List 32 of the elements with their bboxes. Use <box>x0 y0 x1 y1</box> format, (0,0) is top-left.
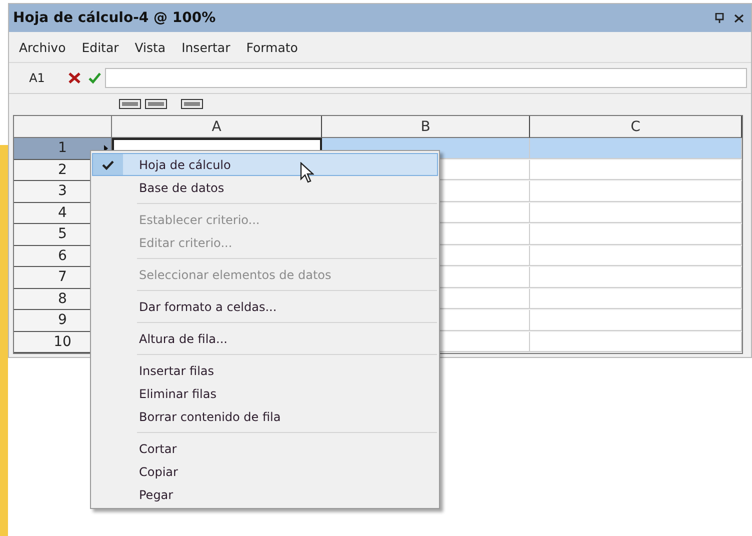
context-menu-item[interactable]: Insertar filas <box>92 359 438 382</box>
context-menu-item[interactable]: Borrar contenido de fila <box>92 405 438 428</box>
formula-field[interactable] <box>105 68 747 88</box>
pin-button[interactable] <box>713 12 725 24</box>
context-menu-item[interactable]: Copiar <box>92 460 438 483</box>
column-header[interactable]: B <box>322 116 530 138</box>
window-title: Hoja de cálculo-4 @ 100% <box>13 10 217 26</box>
pin-icon <box>714 13 724 23</box>
view-button[interactable] <box>181 99 203 109</box>
cell-reference: A1 <box>28 71 46 85</box>
row-header[interactable]: 1 <box>14 138 112 160</box>
cancel-icon <box>68 72 80 84</box>
context-menu-item[interactable]: Pegar <box>92 483 438 506</box>
column-header[interactable]: A <box>112 116 322 138</box>
context-menu-item[interactable]: Eliminar filas <box>92 382 438 405</box>
menu-item[interactable]: Formato <box>240 38 304 56</box>
check-icon <box>88 72 100 84</box>
close-icon <box>734 14 744 22</box>
view-button[interactable] <box>119 99 141 109</box>
context-menu-item[interactable]: Hoja de cálculo <box>92 153 438 176</box>
toolbar-icon <box>119 99 141 109</box>
menu-item[interactable]: Archivo <box>13 38 72 56</box>
menu-item[interactable]: Vista <box>128 38 172 56</box>
menu-item[interactable]: Insertar <box>176 38 236 56</box>
view-button[interactable] <box>145 99 167 109</box>
toolbar-icon <box>181 99 203 109</box>
context-menu-item[interactable]: Cortar <box>92 437 438 460</box>
column-header[interactable]: C <box>530 116 742 138</box>
cursor-icon <box>300 162 314 183</box>
menu-item[interactable]: Editar <box>76 38 125 56</box>
close-button[interactable] <box>733 12 745 24</box>
toolbar-icon <box>145 99 167 109</box>
